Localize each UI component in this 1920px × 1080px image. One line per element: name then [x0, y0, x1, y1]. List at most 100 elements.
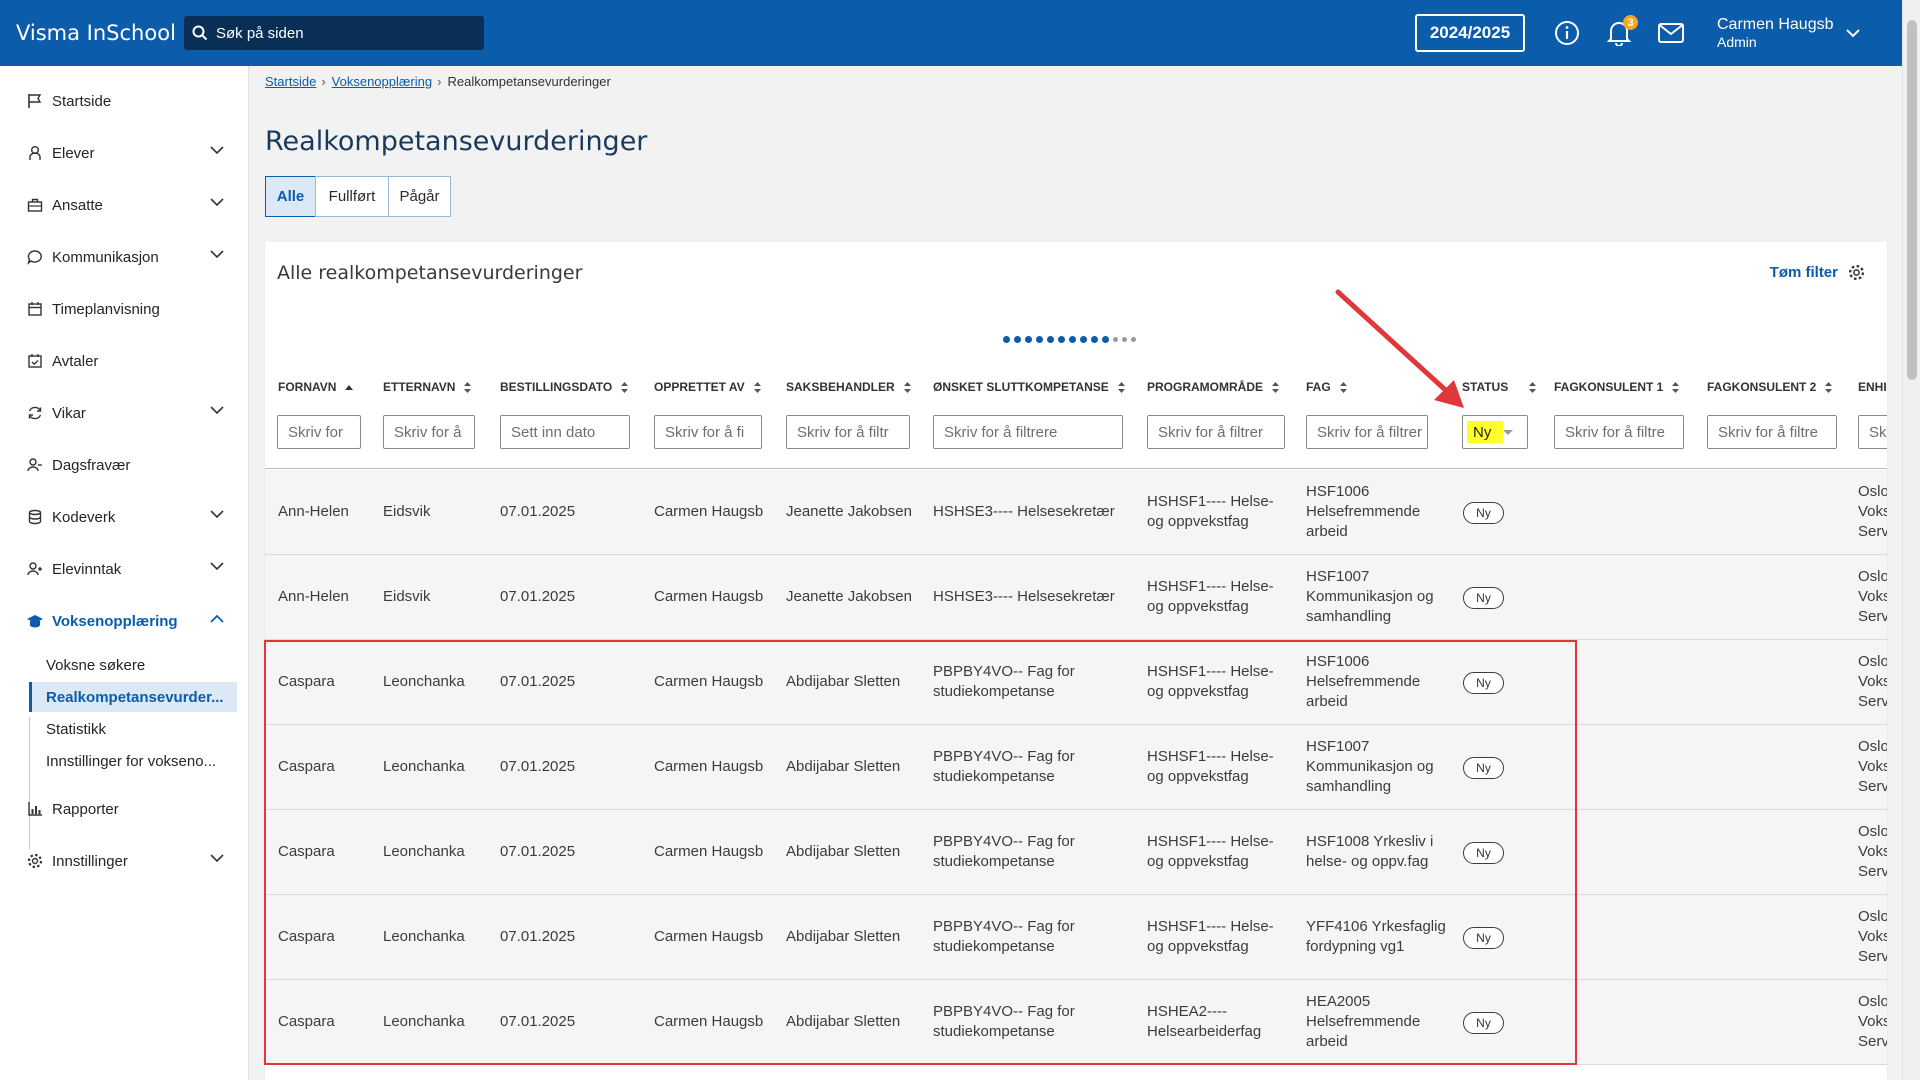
search-input[interactable]: Søk på siden — [184, 16, 484, 50]
sidebar-item-innstillinger[interactable]: Innstillinger — [26, 846, 226, 876]
notifications-button[interactable]: 3 — [1593, 13, 1645, 53]
cell-bestillingsdato: 07.01.2025 — [500, 503, 576, 520]
sidebar-item-elevinntak[interactable]: Elevinntak — [26, 554, 226, 584]
cell-fornavn: Ann-Helen — [278, 503, 349, 520]
cell-programomrade-line: og oppvekstfag — [1147, 513, 1249, 530]
sort-icon — [1671, 381, 1680, 394]
header-divider — [265, 468, 1887, 469]
column-pager-dots[interactable] — [1003, 336, 1140, 343]
sort-icon — [1528, 381, 1537, 394]
table-row[interactable]: Ann-Helen Eidsvik 07.01.2025 Carmen Haugsb J… — [265, 555, 1887, 640]
sidebar-item-voksenopplaering[interactable]: Voksenopplæring — [26, 606, 226, 636]
page-scrollbar[interactable] — [1902, 0, 1920, 1080]
calendar-check-icon — [26, 352, 44, 370]
filter-input-enhet[interactable]: Sk — [1858, 415, 1887, 449]
cell-enhet: Oslo Voks Serv — [1858, 992, 1887, 1052]
cell-enhet-line: Oslo — [1858, 993, 1887, 1010]
sidebar-item-label: Timeplanvisning — [52, 300, 160, 318]
chevron-right-icon: › — [437, 74, 442, 89]
column-header-etternavn[interactable]: ETTERNAVN — [383, 377, 472, 397]
filter-input-etternavn[interactable]: Skriv for å — [383, 415, 475, 449]
filter-input-fornavn[interactable]: Skriv for — [277, 415, 361, 449]
refresh-icon — [26, 404, 44, 422]
cell-programomrade-line: HSHSF1---- Helse- — [1147, 493, 1274, 510]
cell-enhet-line: Oslo — [1858, 823, 1887, 840]
column-header-fagkonsulent-1[interactable]: FAGKONSULENT 1 — [1554, 377, 1680, 397]
cell-fag-line: HSF1007 — [1306, 568, 1370, 585]
cell-enhet-line: Oslo — [1858, 908, 1887, 925]
sidebar-item-kommunikasjon[interactable]: Kommunikasjon — [26, 242, 226, 272]
cell-saksbehandler: Jeanette Jakobsen — [786, 503, 912, 520]
app-logo[interactable]: Visma InSchool — [16, 21, 184, 45]
filter-input-fagkonsulent-2[interactable]: Skriv for å filtre — [1707, 415, 1837, 449]
cell-enhet-line: Oslo — [1858, 738, 1887, 755]
breadcrumb: Startside › Voksenopplæring › Realkompet… — [265, 74, 611, 89]
sidebar-item-startside[interactable]: Startside — [26, 86, 226, 116]
column-header-fornavn[interactable]: FORNAVN — [278, 377, 354, 397]
cell-enhet-line: Serv — [1858, 863, 1887, 880]
filter-input-bestillingsdato[interactable]: Sett inn dato — [500, 415, 630, 449]
sidebar-item-elever[interactable]: Elever — [26, 138, 226, 168]
tab-pagar[interactable]: Pågår — [388, 176, 451, 217]
calendar-icon — [26, 300, 44, 318]
sidebar-item-label: Kommunikasjon — [52, 248, 159, 266]
filter-input-saksbehandler[interactable]: Skriv for å filtr — [786, 415, 910, 449]
table-row[interactable]: Ann-Helen Eidsvik 07.01.2025 Carmen Haugsb J… — [265, 470, 1887, 555]
sidebar-item-timeplanvisning[interactable]: Timeplanvisning — [26, 294, 226, 324]
info-button[interactable] — [1541, 13, 1593, 53]
sidebar-item-ansatte[interactable]: Ansatte — [26, 190, 226, 220]
sidebar-subitem-voksne-sokere[interactable]: Voksne søkere — [29, 650, 237, 680]
sidebar-item-label: Voksenopplæring — [52, 612, 178, 630]
cell-enhet: Oslo Voks Serv — [1858, 907, 1887, 967]
messages-button[interactable] — [1645, 13, 1697, 53]
cell-opprettet-av: Carmen Haugsb — [654, 503, 764, 520]
filter-input-programomrade[interactable]: Skriv for å filtrer — [1147, 415, 1285, 449]
user-menu[interactable]: Carmen Haugsb Admin — [1717, 16, 1902, 50]
filter-input-sluttkompetanse[interactable]: Skriv for å filtrere — [933, 415, 1123, 449]
clear-filter-button[interactable]: Tøm filter — [1770, 264, 1865, 281]
cell-enhet-line: Serv — [1858, 948, 1887, 965]
cell-sluttkompetanse-line: HSHSE3---- Helsesekretær — [933, 503, 1115, 520]
cell-fag-line: Helsefremmende — [1306, 503, 1421, 520]
chevron-down-icon — [210, 250, 224, 259]
cell-fag-line: arbeid — [1306, 523, 1348, 540]
sidebar: Startside Elever Ansatte Kommunikasjon T… — [0, 66, 249, 1080]
sidebar-item-label: Avtaler — [52, 352, 99, 370]
school-year-button[interactable]: 2024/2025 — [1415, 14, 1525, 52]
column-header-opprettet-av[interactable]: OPPRETTET AV — [654, 377, 762, 397]
column-header-bestillingsdato[interactable]: BESTILLINGSDATO — [500, 377, 629, 397]
sidebar-subitem-realkompetansevurderinger[interactable]: Realkompetansevurder... — [29, 682, 237, 712]
breadcrumb-current: Realkompetansevurderinger — [447, 74, 611, 89]
breadcrumb-startside[interactable]: Startside — [265, 74, 316, 89]
chart-icon — [26, 800, 44, 818]
scrollbar-thumb[interactable] — [1907, 20, 1917, 380]
column-header-enhet[interactable]: ENHI — [1858, 377, 1887, 397]
sidebar-item-avtaler[interactable]: Avtaler — [26, 346, 226, 376]
column-header-programomrade[interactable]: PROGRAMOMRÅDE — [1147, 377, 1280, 397]
flag-icon — [26, 92, 44, 110]
sidebar-item-label: Vikar — [52, 404, 86, 422]
sidebar-subitem-statistikk[interactable]: Statistikk — [29, 714, 237, 744]
cell-programomrade-line: og oppvekstfag — [1147, 598, 1249, 615]
filter-input-opprettet-av[interactable]: Skriv for å fi — [654, 415, 762, 449]
column-header-saksbehandler[interactable]: SAKSBEHANDLER — [786, 377, 912, 397]
sidebar-item-kodeverk[interactable]: Kodeverk — [26, 502, 226, 532]
cell-enhet-line: Voks — [1858, 503, 1887, 520]
tab-fullfort[interactable]: Fullført — [315, 176, 389, 217]
tab-alle[interactable]: Alle — [265, 176, 316, 217]
user-role: Admin — [1717, 34, 1757, 50]
sidebar-item-vikar[interactable]: Vikar — [26, 398, 226, 428]
filter-input-fagkonsulent-1[interactable]: Skriv for å filtre — [1554, 415, 1684, 449]
cell-enhet: Oslo Voks Serv — [1858, 822, 1887, 882]
cell-enhet: Oslo Voks Serv — [1858, 652, 1887, 712]
column-header-onsket-sluttkompetanse[interactable]: ØNSKET SLUTTKOMPETANSE — [933, 377, 1126, 397]
sort-asc-icon — [344, 383, 354, 391]
breadcrumb-voksenopplaering[interactable]: Voksenopplæring — [332, 74, 432, 89]
sort-icon — [903, 381, 912, 394]
column-header-fagkonsulent-2[interactable]: FAGKONSULENT 2 — [1707, 377, 1833, 397]
sidebar-item-rapporter[interactable]: Rapporter — [26, 794, 226, 824]
clear-filter-label: Tøm filter — [1769, 264, 1838, 281]
sidebar-subitem-innstillinger-voksenopplaering[interactable]: Innstillinger for vokseno... — [29, 746, 237, 776]
sidebar-item-dagsfravaer[interactable]: Dagsfravær — [26, 450, 226, 480]
gear-icon[interactable] — [1848, 264, 1865, 281]
